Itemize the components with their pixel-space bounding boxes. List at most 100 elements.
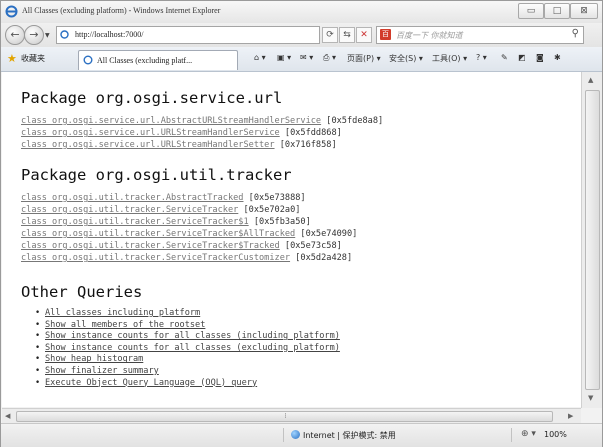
package-heading-service-url: Package org.osgi.service.url bbox=[21, 89, 283, 107]
class-address: [0x5fdd868] bbox=[284, 128, 342, 138]
query-item: Execute Object Query Language (OQL) quer… bbox=[35, 378, 340, 390]
class-address: [0x5e73888] bbox=[248, 193, 306, 203]
class-link[interactable]: class org.osgi.util.tracker.AbstractTrac… bbox=[21, 193, 243, 203]
page-content: Package org.osgi.service.url class org.o… bbox=[2, 72, 581, 407]
print-icon[interactable]: ⎙ ▾ bbox=[323, 53, 336, 63]
class-address: [0x5fde8a8] bbox=[326, 116, 384, 126]
favorites-star-icon[interactable]: ★ bbox=[7, 52, 17, 65]
class-entry: class org.osgi.util.tracker.ServiceTrack… bbox=[21, 204, 300, 216]
package-heading-util-tracker: Package org.osgi.util.tracker bbox=[21, 166, 292, 184]
search-icon[interactable]: ⚲ bbox=[572, 28, 579, 39]
class-entry: class org.osgi.util.tracker.AbstractTrac… bbox=[21, 192, 306, 204]
search-box[interactable]: 百 百度一下 你就知道 ⚲ bbox=[376, 26, 584, 44]
maximize-button[interactable]: □ bbox=[544, 3, 570, 19]
query-link[interactable]: Execute Object Query Language (OQL) quer… bbox=[45, 378, 257, 388]
class-link[interactable]: class org.osgi.util.tracker.ServiceTrack… bbox=[21, 229, 295, 239]
status-divider bbox=[511, 428, 512, 442]
horizontal-scroll-thumb[interactable]: ⁞ bbox=[16, 411, 553, 422]
scroll-right-icon[interactable]: ▶ bbox=[568, 412, 573, 420]
class-address: [0x716f858] bbox=[279, 140, 337, 150]
class-address: [0x5fb3a50] bbox=[253, 217, 311, 227]
class-link[interactable]: class org.osgi.util.tracker.ServiceTrack… bbox=[21, 241, 280, 251]
class-entry: class org.osgi.service.url.URLStreamHand… bbox=[21, 127, 342, 139]
query-item: Show heap histogram bbox=[35, 354, 340, 366]
window-title: All Classes (excluding platform) - Windo… bbox=[22, 6, 221, 15]
other-queries-heading: Other Queries bbox=[21, 283, 143, 301]
forward-icon: → bbox=[29, 28, 39, 41]
grip-icon: ⁞ bbox=[284, 412, 287, 420]
query-link[interactable]: Show instance counts for all classes (in… bbox=[45, 331, 340, 341]
browser-window: All Classes (excluding platform) - Windo… bbox=[0, 0, 603, 447]
bluetooth-icon[interactable]: ✱ bbox=[554, 53, 561, 62]
class-link[interactable]: class org.osgi.util.tracker.ServiceTrack… bbox=[21, 253, 290, 263]
query-item: Show finalizer summary bbox=[35, 366, 340, 378]
security-zone-text[interactable]: Internet | 保护模式: 禁用 bbox=[303, 430, 396, 441]
horizontal-scrollbar[interactable]: ◀ ⁞ ▶ bbox=[2, 408, 581, 423]
vertical-scroll-thumb[interactable] bbox=[585, 90, 600, 390]
query-item: Show instance counts for all classes (ex… bbox=[35, 343, 340, 355]
class-entry: class org.osgi.service.url.AbstractURLSt… bbox=[21, 115, 383, 127]
search-provider-icon: 百 bbox=[380, 29, 391, 40]
url-text[interactable]: http://localhost:7000/ bbox=[75, 30, 143, 39]
address-toolbar: ← → ▼ http://localhost:7000/ ⟳ ⇆ ✕ 百 百度一… bbox=[1, 23, 602, 47]
class-link[interactable]: class org.osgi.service.url.URLStreamHand… bbox=[21, 128, 280, 138]
zoom-level[interactable]: 100% bbox=[544, 430, 567, 439]
address-bar[interactable]: http://localhost:7000/ bbox=[56, 26, 320, 44]
queries-list: All classes including platform Show all … bbox=[35, 308, 340, 389]
scroll-up-icon[interactable]: ▲ bbox=[588, 76, 593, 84]
query-link[interactable]: Show heap histogram bbox=[45, 354, 143, 364]
tab-active[interactable]: All Classes (excluding platf... bbox=[78, 50, 238, 70]
tools-menu[interactable]: 工具(O) ▾ bbox=[432, 53, 467, 64]
back-button[interactable]: ← bbox=[5, 25, 25, 45]
refresh-icon[interactable]: ⟳ bbox=[322, 27, 338, 43]
back-icon: ← bbox=[10, 28, 20, 41]
history-dropdown-icon[interactable]: ▼ bbox=[45, 32, 50, 39]
query-item: Show instance counts for all classes (in… bbox=[35, 331, 340, 343]
favorites-bar: ★ 收藏夹 All Classes (excluding platf... ⌂ … bbox=[1, 47, 602, 72]
status-divider bbox=[283, 428, 284, 442]
stop-icon[interactable]: ✕ bbox=[356, 27, 372, 43]
minimize-button[interactable]: ▭ bbox=[518, 3, 544, 19]
feeds-icon[interactable]: ▣ ▾ bbox=[277, 53, 291, 62]
onenote-icon[interactable]: ◙ bbox=[536, 53, 544, 62]
class-link[interactable]: class org.osgi.util.tracker.ServiceTrack… bbox=[21, 205, 238, 215]
favorites-button[interactable]: 收藏夹 bbox=[21, 53, 45, 64]
class-link[interactable]: class org.osgi.service.url.URLStreamHand… bbox=[21, 140, 275, 150]
tab-page-icon bbox=[83, 55, 93, 65]
class-link[interactable]: class org.osgi.service.url.AbstractURLSt… bbox=[21, 116, 321, 126]
class-link[interactable]: class org.osgi.util.tracker.ServiceTrack… bbox=[21, 217, 249, 227]
class-entry: class org.osgi.util.tracker.ServiceTrack… bbox=[21, 252, 352, 264]
class-address: [0x5e74090] bbox=[300, 229, 358, 239]
class-entry: class org.osgi.util.tracker.ServiceTrack… bbox=[21, 228, 357, 240]
safety-menu[interactable]: 安全(S) ▾ bbox=[389, 53, 423, 64]
translate-icon[interactable]: ◩ bbox=[518, 53, 526, 62]
class-address: [0x5e702a0] bbox=[243, 205, 301, 215]
scroll-left-icon[interactable]: ◀ bbox=[5, 412, 10, 420]
compat-view-icon[interactable]: ⇆ bbox=[339, 27, 355, 43]
close-button[interactable]: ⊠ bbox=[570, 3, 598, 19]
tab-title: All Classes (excluding platf... bbox=[97, 56, 193, 65]
scroll-down-icon[interactable]: ▼ bbox=[588, 394, 593, 402]
zoom-icon[interactable]: ⊕ ▾ bbox=[521, 429, 536, 439]
query-item: All classes including platform bbox=[35, 308, 340, 320]
class-address: [0x5d2a428] bbox=[295, 253, 353, 263]
forward-button[interactable]: → bbox=[24, 25, 44, 45]
query-link[interactable]: All classes including platform bbox=[45, 308, 200, 318]
class-entry: class org.osgi.service.url.URLStreamHand… bbox=[21, 139, 337, 151]
help-icon[interactable]: ? ▾ bbox=[476, 53, 487, 62]
query-link[interactable]: Show instance counts for all classes (ex… bbox=[45, 343, 340, 353]
internet-zone-icon bbox=[291, 430, 300, 439]
title-bar: All Classes (excluding platform) - Windo… bbox=[1, 1, 602, 24]
query-link[interactable]: Show all members of the rootset bbox=[45, 320, 205, 330]
mail-icon[interactable]: ✉ ▾ bbox=[300, 53, 313, 62]
page-menu[interactable]: 页面(P) ▾ bbox=[347, 53, 381, 64]
home-icon[interactable]: ⌂ ▾ bbox=[254, 53, 266, 62]
research-icon[interactable]: ✎ bbox=[501, 53, 508, 62]
status-bar: Internet | 保护模式: 禁用 ⊕ ▾ 100% bbox=[1, 423, 602, 447]
page-icon bbox=[60, 30, 69, 39]
vertical-scrollbar[interactable]: ▲ ▼ bbox=[581, 72, 602, 408]
class-entry: class org.osgi.util.tracker.ServiceTrack… bbox=[21, 240, 342, 252]
query-link[interactable]: Show finalizer summary bbox=[45, 366, 159, 376]
search-input[interactable]: 百度一下 你就知道 bbox=[396, 30, 463, 41]
class-entry: class org.osgi.util.tracker.ServiceTrack… bbox=[21, 216, 311, 228]
